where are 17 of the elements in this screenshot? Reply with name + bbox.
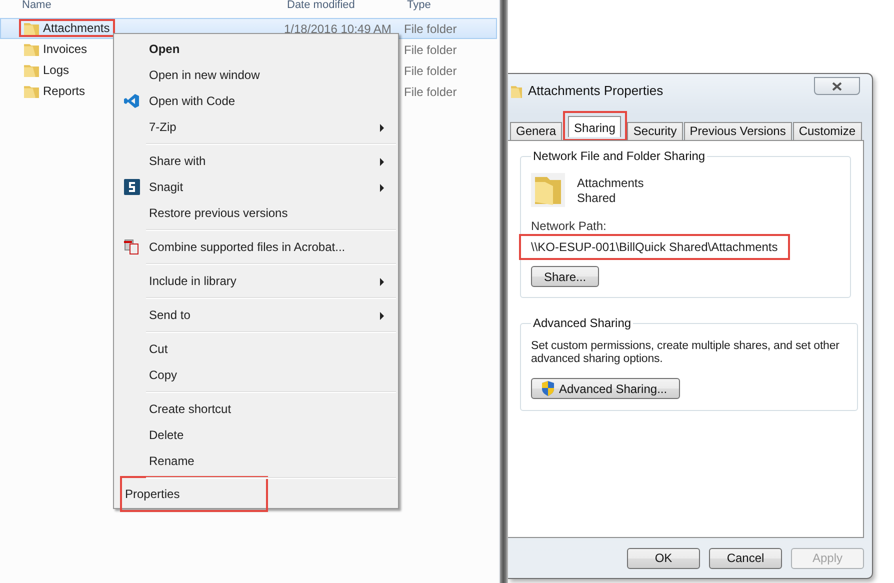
- folder-name: Attachments: [577, 176, 644, 190]
- file-type: File folder: [404, 64, 458, 78]
- file-name: Reports: [43, 84, 86, 98]
- dialog-title: Attachments Properties: [528, 83, 664, 98]
- file-type: File folder: [404, 42, 458, 56]
- description: Set custom permissions, create multiple shares, and set other advanced sharing options.: [531, 340, 840, 366]
- group-heading: Advanced Sharing: [532, 316, 632, 330]
- file-type: File folder: [404, 84, 458, 98]
- field-label: Network Path:: [531, 219, 608, 233]
- file-name: Attachments: [43, 21, 110, 35]
- network-path: \\KO-ESUP-001\BillQuick Shared\Attachments: [531, 240, 778, 254]
- share-status: Shared: [577, 190, 617, 204]
- date-modified: 1/18/2016 10:49 AM: [284, 22, 392, 36]
- group-heading: Network File and Folder Sharing: [532, 149, 706, 163]
- file-type: File folder: [404, 22, 458, 36]
- file-name: Invoices: [43, 42, 88, 56]
- file-name: Logs: [43, 63, 70, 77]
